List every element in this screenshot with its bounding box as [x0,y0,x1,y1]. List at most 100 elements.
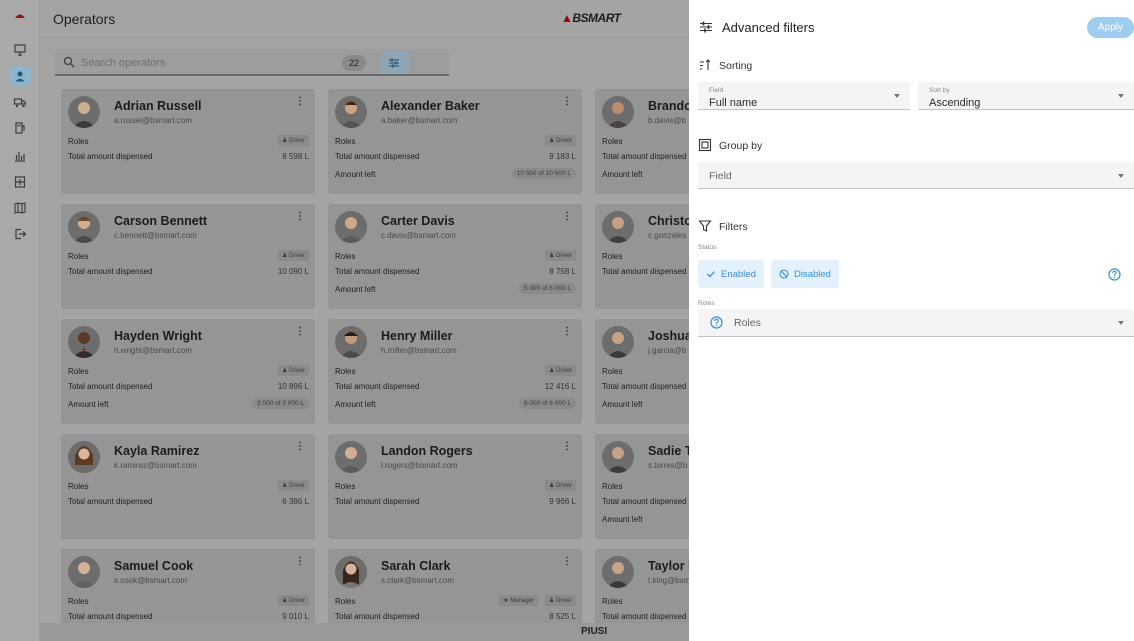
operator-card[interactable]: Hayden Wright h.wright@bsmart.com ⋮ Role… [61,319,315,424]
person-icon[interactable] [9,66,31,86]
operator-card[interactable]: Adrian Russell a.russel@bsmart.com ⋮ Rol… [61,89,315,194]
operator-email: s.clark@bsmart.com [381,576,455,585]
total-dispensed-row: Total amount dispensed [602,382,687,391]
chart-icon[interactable] [9,146,31,166]
sort-field-select[interactable]: Field Full name [698,82,910,110]
group-by-title: Group by [719,140,763,152]
operator-card[interactable]: Carson Bennett c.bennett@bsmart.com ⋮ Ro… [61,204,315,309]
sort-direction-label: Sort by [929,87,950,94]
monitor-icon[interactable] [9,40,31,60]
operator-card[interactable]: Sadie T s.torres@b Roles Total amount di… [595,434,689,539]
group-by-placeholder: Field [709,170,732,182]
kebab-menu-icon[interactable]: ⋮ [562,556,572,567]
status-enabled-chip[interactable]: Enabled [698,260,764,288]
operator-card[interactable]: Alexander Baker a.baker@bsmart.com ⋮ Rol… [328,89,582,194]
role-chip: ♟ Driver [544,135,576,146]
kebab-menu-icon[interactable]: ⋮ [295,326,305,337]
avatar [335,96,367,128]
sorting-title: Sorting [719,60,753,72]
operator-name: Alexander Baker [381,99,480,113]
kebab-menu-icon[interactable]: ⋮ [562,326,572,337]
operator-card[interactable]: Henry Miller h.miller@bsmart.com ⋮ Roles… [328,319,582,424]
operator-email: b.davis@b [648,116,686,125]
apply-button[interactable]: Apply [1087,17,1134,38]
roles-row: Roles ♟ Driver [68,480,309,491]
avatar [602,441,634,473]
roles-row: Roles [602,482,623,491]
operator-name: Hayden Wright [114,329,202,343]
amount-left-row: Amount left 6 000 of 6 000 L [335,398,576,409]
operator-card[interactable]: Landon Rogers l.rogers@bsmart.com ⋮ Role… [328,434,582,539]
roles-select[interactable]: Roles [698,309,1134,337]
avatar [602,211,634,243]
enabled-label: Enabled [721,268,756,280]
footer-logo: PIUSI [581,626,608,637]
sort-icon [700,59,711,70]
chevron-down-icon [1118,174,1124,178]
role-chip: ♟ Driver [544,250,576,261]
search-icon [63,56,75,68]
role-chip: ★ Manager [499,595,538,606]
group-by-select[interactable]: Field [698,162,1134,189]
operator-card[interactable]: Kayla Ramirez k.ramirez@bsmart.com ⋮ Rol… [61,434,315,539]
avatar [335,441,367,473]
truck-icon[interactable] [9,92,31,112]
kebab-menu-icon[interactable]: ⋮ [295,211,305,222]
filters-title: Filters [719,221,748,233]
amount-left-row: Amount left [602,170,643,179]
avatar [335,326,367,358]
avatar [68,96,100,128]
check-icon [707,271,715,278]
help-icon[interactable] [1108,268,1121,281]
role-chip: ♟ Driver [544,480,576,491]
operator-card[interactable]: Joshua j.garcia@b Roles Total amount dis… [595,319,689,424]
operator-name: Adrian Russell [114,99,202,113]
sort-direction-select[interactable]: Sort by Ascending [918,82,1134,110]
operator-card[interactable]: Christo c.gonzales Roles Total amount di… [595,204,689,309]
total-dispensed-row: Total amount dispensed [602,267,687,276]
search-input[interactable] [81,54,331,71]
operator-email: c.bennett@bsmart.com [114,231,197,240]
roles-row: Roles ♟ Driver [68,135,309,146]
amount-left-row: Amount left [602,515,643,524]
operator-email: h.wright@bsmart.com [114,346,192,355]
kebab-menu-icon[interactable]: ⋮ [562,211,572,222]
operator-card[interactable]: Brando b.davis@b Roles Total amount disp… [595,89,689,194]
roles-label: Roles [698,300,715,307]
footer: PIUSI [40,623,689,641]
kebab-menu-icon[interactable]: ⋮ [295,556,305,567]
kebab-menu-icon[interactable]: ⋮ [295,441,305,452]
amount-left-chip: 6 000 of 6 000 L [519,398,576,409]
sliders-icon [389,58,399,67]
block-icon [779,269,789,279]
operator-email: a.baker@bsmart.com [381,116,458,125]
kebab-menu-icon[interactable]: ⋮ [562,96,572,107]
total-dispensed-row: Total amount dispensed 9 010 L [68,612,309,621]
status-disabled-chip[interactable]: Disabled [771,260,839,288]
pump-icon[interactable] [9,118,31,138]
export-icon[interactable] [9,224,31,244]
roles-row: Roles [602,597,623,606]
amount-left-chip: 3 000 of 3 000 L [252,398,309,409]
role-chip: ♟ Driver [544,365,576,376]
map-icon[interactable] [9,198,31,218]
logo-icon[interactable] [9,6,31,26]
filter-toggle-button[interactable] [379,51,409,74]
help-icon [710,316,723,329]
tank-icon[interactable] [9,172,31,192]
operator-name: Kayla Ramirez [114,444,200,458]
roles-row: Roles [602,252,623,261]
roles-row: Roles ♟ Driver [335,480,576,491]
total-dispensed-row: Total amount dispensed 8 598 L [68,152,309,161]
roles-row: Roles [602,367,623,376]
avatar [335,211,367,243]
avatar [68,556,100,588]
roles-row: Roles ♟ Driver [68,250,309,261]
operator-card[interactable]: Carter Davis c.davis@bsmart.com ⋮ Roles ♟… [328,204,582,309]
total-dispensed-row: Total amount dispensed 12 416 L [335,382,576,391]
kebab-menu-icon[interactable]: ⋮ [562,441,572,452]
kebab-menu-icon[interactable]: ⋮ [295,96,305,107]
total-dispensed-row: Total amount dispensed 9 966 L [335,497,576,506]
total-dispensed-row: Total amount dispensed 10 090 L [68,267,309,276]
amount-left-row: Amount left 5 000 of 5 000 L [335,283,576,294]
